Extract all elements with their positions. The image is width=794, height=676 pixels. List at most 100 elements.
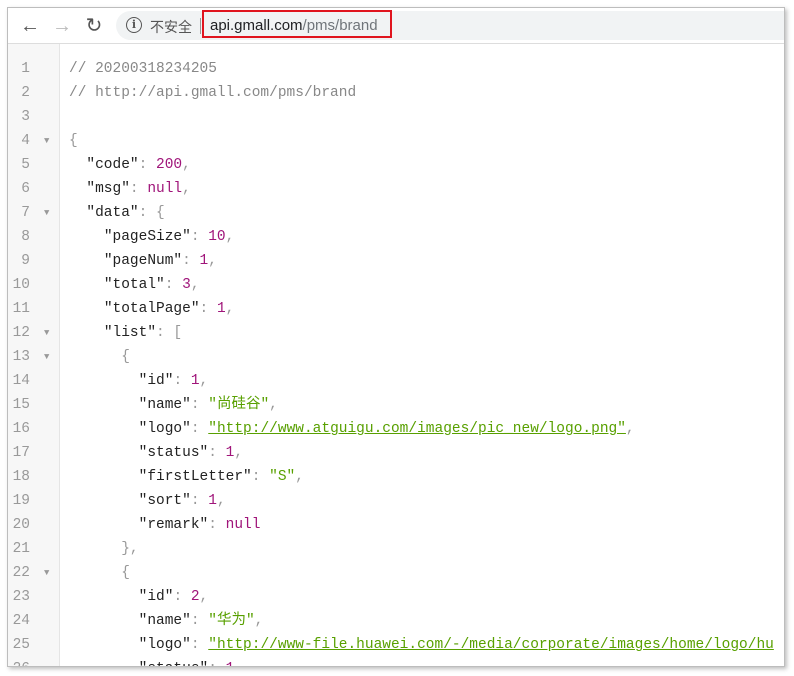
punctuation: , (190, 277, 200, 293)
back-arrow-icon[interactable]: ← (18, 14, 42, 38)
json-key: "logo" (138, 637, 191, 653)
line-number: 18 (12, 469, 30, 485)
fold-toggle-icon[interactable]: ▼ (44, 561, 49, 585)
line-content: "firstLetter": "S", (69, 465, 304, 489)
line-content: "pageNum": 1, (69, 249, 217, 273)
json-key: "id" (138, 373, 174, 389)
json-value: 1 (199, 253, 209, 269)
line-number: 17 (12, 445, 30, 461)
line-content: "total": 3, (69, 273, 200, 297)
code-line: 26 "status": 1 (8, 657, 784, 666)
punctuation: , (234, 445, 244, 461)
punctuation: : (182, 253, 200, 269)
json-value: 200 (156, 157, 183, 173)
line-content: "sort": 1, (69, 489, 226, 513)
json-string: "S" (269, 469, 296, 485)
line-content: { (69, 129, 78, 153)
punctuation: : (173, 589, 191, 605)
line-content: "pageSize": 10, (69, 225, 235, 249)
line-content: "name": "尚硅谷", (69, 393, 278, 417)
code-line: 22 ▼ { (8, 561, 784, 585)
line-number: 10 (12, 277, 30, 293)
line-content: "msg": null, (69, 177, 191, 201)
line-number: 1 (21, 61, 30, 77)
json-value: 1 (208, 493, 217, 509)
json-key: "sort" (138, 493, 191, 509)
code-line: 13 ▼ { (8, 345, 784, 369)
json-key: "code" (86, 157, 139, 173)
json-key: "msg" (86, 181, 130, 197)
json-viewer: 1 // 20200318234205 2 // http://api.gmall.c… (8, 44, 784, 666)
comment: // 20200318234205 (69, 61, 217, 77)
line-content: "code": 200, (69, 153, 190, 177)
forward-arrow-icon[interactable]: → (50, 14, 74, 38)
json-key: "remark" (138, 517, 209, 533)
line-content: // http://api.gmall.com/pms/brand (69, 81, 356, 105)
code-line: 7 ▼ "data": { (8, 201, 784, 225)
line-content: "status": 1, (69, 441, 243, 465)
json-key: "name" (138, 397, 191, 413)
punctuation: { (121, 565, 130, 581)
line-number: 24 (12, 613, 30, 629)
json-link[interactable]: "http://www-file.huawei.com/-/media/corp… (208, 637, 774, 653)
punctuation: , (216, 493, 226, 509)
line-number: 6 (21, 181, 30, 197)
line-content: "logo": "http://www-file.huawei.com/-/me… (69, 633, 774, 657)
punctuation: { (69, 133, 78, 149)
code-line: 2 // http://api.gmall.com/pms/brand (8, 81, 784, 105)
json-link[interactable]: "http://www.atguigu.com/images/pic_new/l… (208, 421, 626, 437)
browser-window: ← → ↻ i 不安全 api.gmall.com/pms/brand 1 // … (7, 7, 785, 667)
code-line: 19 "sort": 1, (8, 489, 784, 513)
punctuation: , (295, 469, 304, 485)
json-value: null (147, 181, 183, 197)
fold-toggle-icon[interactable]: ▼ (44, 321, 49, 345)
json-value: null (225, 517, 261, 533)
json-value: 2 (190, 589, 200, 605)
line-number: 15 (12, 397, 30, 413)
punctuation: : (190, 421, 209, 437)
json-string: "华为" (208, 613, 255, 629)
info-icon[interactable]: i (126, 17, 142, 33)
json-value: 3 (182, 277, 191, 293)
url-path: /pms/brand (302, 17, 378, 34)
line-number: 19 (12, 493, 30, 509)
line-number: 8 (21, 229, 30, 245)
divider (200, 18, 201, 34)
code-line: 6 "msg": null, (8, 177, 784, 201)
comment: // http://api.gmall.com/pms/brand (69, 85, 357, 101)
json-key: "data" (86, 205, 139, 221)
code-line: 25 "logo": "http://www-file.huawei.com/-… (8, 633, 784, 657)
code-line: 11 "totalPage": 1, (8, 297, 784, 321)
line-content: "logo": "http://www.atguigu.com/images/p… (69, 417, 635, 441)
code-line: 10 "total": 3, (8, 273, 784, 297)
punctuation: , (225, 301, 235, 317)
reload-icon[interactable]: ↻ (82, 14, 106, 38)
code-line: 14 "id": 1, (8, 369, 784, 393)
json-value: 1 (216, 301, 226, 317)
punctuation: , (182, 181, 191, 197)
json-key: "total" (103, 277, 165, 293)
insecure-label: 不安全 (150, 19, 192, 35)
fold-toggle-icon[interactable]: ▼ (44, 129, 49, 153)
json-key: "id" (138, 589, 174, 605)
punctuation: { (121, 349, 130, 365)
punctuation: , (269, 397, 278, 413)
json-value: 10 (208, 229, 226, 245)
line-number: 16 (12, 421, 30, 437)
fold-toggle-icon[interactable]: ▼ (44, 345, 49, 369)
line-number: 20 (12, 517, 30, 533)
line-content: "list": [ (69, 321, 182, 345)
punctuation: : (129, 181, 148, 197)
line-content: // 20200318234205 (69, 57, 217, 81)
code-line: 23 "id": 2, (8, 585, 784, 609)
url-host: api.gmall.com (210, 17, 303, 34)
line-content: "data": { (69, 201, 165, 225)
url-input[interactable]: api.gmall.com/pms/brand (202, 10, 392, 38)
punctuation: : (164, 277, 183, 293)
json-key: "pageNum" (103, 253, 183, 269)
browser-toolbar: ← → ↻ i 不安全 api.gmall.com/pms/brand (8, 8, 784, 44)
fold-toggle-icon[interactable]: ▼ (44, 201, 49, 225)
json-key: "logo" (138, 421, 191, 437)
address-bar[interactable]: i 不安全 api.gmall.com/pms/brand (116, 10, 784, 40)
punctuation: : { (138, 205, 165, 221)
